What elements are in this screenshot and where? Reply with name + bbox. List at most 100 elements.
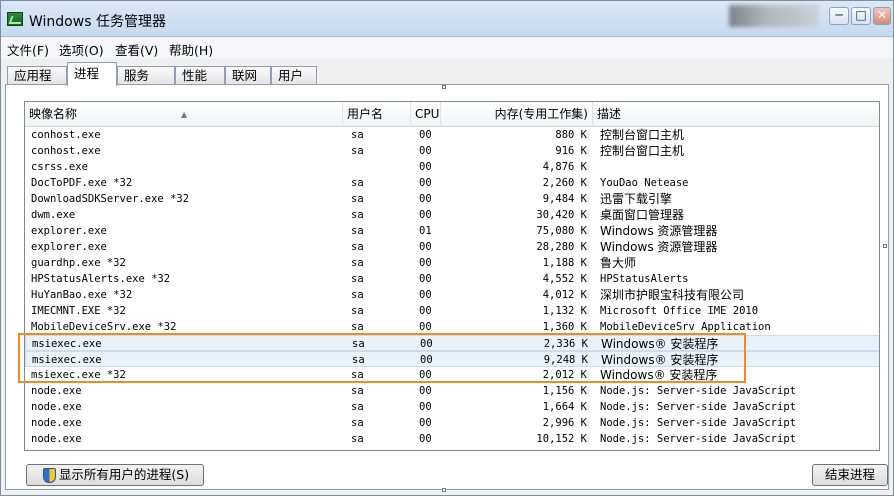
process-description: 迅雷下载引擎 bbox=[600, 192, 673, 206]
menu-view[interactable]: 查看(V) bbox=[115, 40, 158, 59]
table-row[interactable]: conhost.exe sa 00 880 K 控制台窗口主机 bbox=[25, 127, 879, 143]
table-row[interactable]: explorer.exe sa 00 28,280 K Windows 资源管理器 bbox=[25, 239, 879, 255]
process-cpu: 00 bbox=[419, 209, 432, 221]
process-user: sa bbox=[351, 193, 364, 205]
process-cpu: 00 bbox=[419, 145, 432, 157]
uac-shield-icon bbox=[43, 468, 56, 483]
process-name: HPStatusAlerts.exe *32 bbox=[31, 273, 171, 285]
show-all-users-button[interactable]: 显示所有用户的进程(S) bbox=[26, 464, 204, 486]
highlight-annotation bbox=[18, 333, 746, 383]
process-memory: 1,188 K bbox=[542, 257, 587, 269]
resize-handle-right[interactable] bbox=[883, 244, 887, 248]
process-user: sa bbox=[351, 273, 364, 285]
menu-bar: 文件(F) 选项(O) 查看(V) 帮助(H) bbox=[1, 38, 893, 58]
process-cpu: 00 bbox=[419, 241, 432, 253]
table-row[interactable]: node.exe sa 00 14,160 K Node.js: Server-side… bbox=[25, 447, 879, 450]
resize-handle-top[interactable] bbox=[442, 85, 446, 89]
process-name: node.exe bbox=[31, 417, 82, 429]
column-description[interactable]: 描述 bbox=[593, 102, 879, 127]
process-memory: 880 K bbox=[555, 129, 587, 141]
process-name: conhost.exe bbox=[31, 129, 101, 141]
process-description: 控制台窗口主机 bbox=[600, 144, 685, 158]
process-description: Node.js: Server-side JavaScript bbox=[600, 401, 796, 413]
menu-options[interactable]: 选项(O) bbox=[59, 40, 104, 59]
tab-users[interactable]: 用户 bbox=[271, 66, 317, 85]
process-memory: 4,876 K bbox=[542, 161, 587, 173]
table-row[interactable]: DownloadSDKServer.exe *32 sa 00 9,484 K 迅雷下载… bbox=[25, 191, 879, 207]
process-description: 控制台窗口主机 bbox=[600, 128, 685, 142]
table-row[interactable]: dwm.exe sa 00 30,420 K 桌面窗口管理器 bbox=[25, 207, 879, 223]
process-cpu: 00 bbox=[419, 417, 432, 429]
tab-applications[interactable]: 应用程序 bbox=[7, 66, 67, 100]
process-list[interactable]: 映像名称 ▲ 用户名 CPU 内存(专用工作集) 描述 conhost.exe s… bbox=[24, 101, 880, 451]
process-name: explorer.exe bbox=[31, 241, 107, 253]
process-name: guardhp.exe *32 bbox=[31, 257, 126, 269]
process-cpu: 00 bbox=[419, 273, 432, 285]
table-row[interactable]: HuYanBao.exe *32 sa 00 4,012 K 深圳市护眼宝科技有限公司 bbox=[25, 287, 879, 303]
process-memory: 916 K bbox=[555, 145, 587, 157]
column-user[interactable]: 用户名 bbox=[343, 102, 411, 127]
maximize-button[interactable]: □ bbox=[851, 7, 871, 25]
show-all-users-label: 显示所有用户的进程(S) bbox=[58, 467, 190, 482]
process-memory: 1,132 K bbox=[542, 305, 587, 317]
process-description: 桌面窗口管理器 bbox=[600, 208, 685, 222]
title-bar[interactable]: Windows 任务管理器 ─ □ ✕ bbox=[1, 1, 893, 37]
process-cpu: 00 bbox=[419, 289, 432, 301]
process-description: Node.js: Server-side JavaScript bbox=[600, 433, 796, 445]
process-user: sa bbox=[351, 433, 364, 445]
table-row[interactable]: node.exe sa 00 10,152 K Node.js: Server-side… bbox=[25, 431, 879, 447]
process-cpu: 00 bbox=[419, 257, 432, 269]
menu-help[interactable]: 帮助(H) bbox=[169, 40, 213, 59]
menu-file[interactable]: 文件(F) bbox=[7, 40, 49, 59]
tab-processes[interactable]: 进程 bbox=[67, 62, 117, 86]
process-name: IMECMNT.EXE *32 bbox=[31, 305, 126, 317]
process-user: sa bbox=[351, 447, 364, 450]
table-row[interactable]: conhost.exe sa 00 916 K 控制台窗口主机 bbox=[25, 143, 879, 159]
processes-panel: 映像名称 ▲ 用户名 CPU 内存(专用工作集) 描述 conhost.exe s… bbox=[5, 84, 889, 490]
table-row[interactable]: IMECMNT.EXE *32 sa 00 1,132 K Microsoft Offi… bbox=[25, 303, 879, 319]
tab-services[interactable]: 服务 bbox=[117, 66, 175, 85]
column-memory[interactable]: 内存(专用工作集) bbox=[441, 102, 593, 127]
list-header: 映像名称 ▲ 用户名 CPU 内存(专用工作集) 描述 bbox=[25, 102, 879, 127]
tab-networking[interactable]: 联网 bbox=[225, 66, 271, 85]
process-description: Node.js: Server-side JavaScript bbox=[600, 417, 796, 429]
table-row[interactable]: guardhp.exe *32 sa 00 1,188 K 鲁大师 bbox=[25, 255, 879, 271]
end-process-button[interactable]: 结束进程 bbox=[812, 464, 888, 486]
process-name: HuYanBao.exe *32 bbox=[31, 289, 133, 301]
process-name: node.exe bbox=[31, 447, 82, 450]
process-memory: 28,280 K bbox=[536, 241, 587, 253]
close-button[interactable]: ✕ bbox=[873, 7, 891, 25]
table-row[interactable]: node.exe sa 00 2,996 K Node.js: Server-side … bbox=[25, 415, 879, 431]
column-cpu[interactable]: CPU bbox=[411, 102, 441, 127]
table-row[interactable]: csrss.exe 00 4,876 K bbox=[25, 159, 879, 175]
process-memory: 1,156 K bbox=[542, 385, 587, 397]
process-user: sa bbox=[351, 289, 364, 301]
table-row[interactable]: explorer.exe sa 01 75,080 K Windows 资源管理器 bbox=[25, 223, 879, 239]
process-cpu: 00 bbox=[419, 385, 432, 397]
process-user: sa bbox=[351, 257, 364, 269]
process-name: csrss.exe bbox=[31, 161, 88, 173]
task-manager-icon bbox=[7, 12, 23, 26]
process-cpu: 00 bbox=[419, 177, 432, 189]
tab-performance[interactable]: 性能 bbox=[175, 66, 225, 85]
process-memory: 30,420 K bbox=[536, 209, 587, 221]
process-memory: 75,080 K bbox=[536, 225, 587, 237]
sort-ascending-icon: ▲ bbox=[181, 110, 188, 119]
table-row[interactable]: node.exe sa 00 1,664 K Node.js: Server-side … bbox=[25, 399, 879, 415]
column-image-name-label: 映像名称 bbox=[29, 107, 78, 121]
process-cpu: 00 bbox=[419, 305, 432, 317]
process-description: Node.js: Server-side JavaScript bbox=[600, 385, 796, 397]
minimize-button[interactable]: ─ bbox=[829, 7, 849, 25]
process-memory: 2,996 K bbox=[542, 417, 587, 429]
process-cpu: 00 bbox=[419, 447, 432, 450]
task-manager-window: Windows 任务管理器 ─ □ ✕ 文件(F) 选项(O) 查看(V) 帮助… bbox=[0, 0, 894, 496]
process-name: explorer.exe bbox=[31, 225, 107, 237]
column-image-name[interactable]: 映像名称 ▲ bbox=[25, 102, 343, 127]
resize-handle-bottom[interactable] bbox=[442, 488, 446, 492]
table-row[interactable]: node.exe sa 00 1,156 K Node.js: Server-side … bbox=[25, 383, 879, 399]
process-name: node.exe bbox=[31, 433, 82, 445]
table-row[interactable]: HPStatusAlerts.exe *32 sa 00 4,552 K HPStatu… bbox=[25, 271, 879, 287]
process-user: sa bbox=[351, 385, 364, 397]
table-row[interactable]: DocToPDF.exe *32 sa 00 2,260 K YouDao Neteas… bbox=[25, 175, 879, 191]
process-cpu: 00 bbox=[419, 401, 432, 413]
